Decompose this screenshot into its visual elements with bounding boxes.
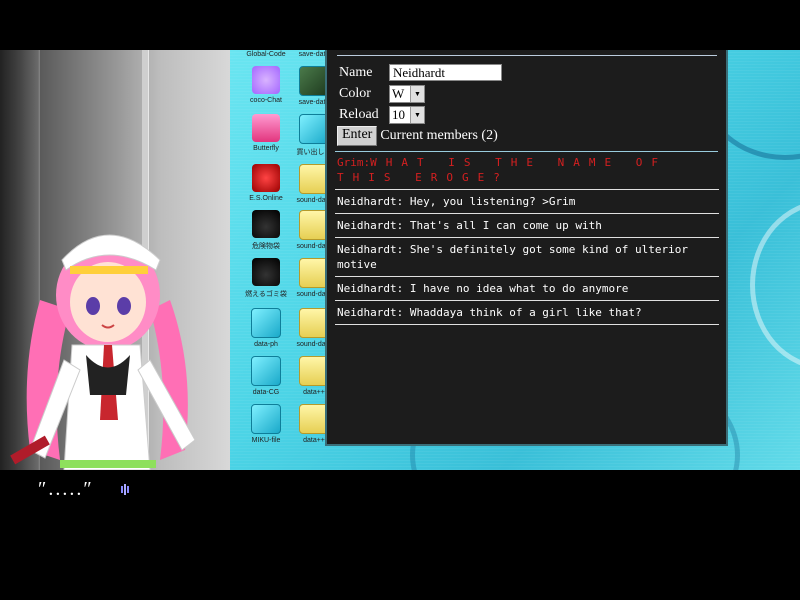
message-author: Neidhardt: (337, 282, 404, 295)
es-online-icon (252, 164, 280, 192)
chat-message: Neidhardt: Whaddaya think of a girl like… (335, 301, 719, 325)
message-text: Hey, you listening? >Grim (409, 195, 576, 208)
color-label: Color (339, 85, 371, 101)
message-text: That's all I can come up with (409, 219, 602, 232)
character-sprite (10, 234, 196, 470)
chat-message: Neidhardt: I have no idea what to do any… (335, 277, 719, 301)
message-text: I have no idea what to do anymore (409, 282, 629, 295)
reload-label: Reload (339, 106, 379, 122)
dropdown-arrow-icon[interactable]: ▼ (410, 106, 424, 123)
reload-select[interactable]: 10 ▼ (389, 105, 425, 124)
members-count: Current members (2) (380, 127, 498, 143)
text-wait-icon (121, 484, 129, 495)
data-cube-icon (251, 308, 281, 338)
dialogue-text: ″.....″ (38, 478, 94, 500)
burnable-trash-icon (252, 258, 280, 286)
divider (335, 151, 718, 152)
top-letterbox (0, 0, 800, 50)
chat-message: Grim:WHAT IS THE NAME OF THIS EROGE? (335, 154, 719, 190)
coco-chat-icon (252, 66, 280, 94)
message-author: Neidhardt: (337, 306, 404, 319)
divider (337, 55, 717, 56)
dropdown-arrow-icon[interactable]: ▼ (410, 85, 424, 102)
message-author: Grim: (337, 156, 371, 169)
dialogue-box[interactable] (0, 470, 800, 600)
hazard-bag-icon (252, 210, 280, 238)
wallpaper-swoosh (750, 200, 800, 370)
butterfly-icon (252, 114, 280, 142)
message-author: Neidhardt: (337, 195, 404, 208)
data-cube-icon (251, 404, 281, 434)
enter-button[interactable]: Enter (337, 125, 378, 146)
reload-select-value: 10 (392, 106, 405, 122)
chat-message: Neidhardt: She's definitely got some kin… (335, 238, 719, 277)
chat-window: Name Neidhardt Color W ▼ Reload 10 ▼ Ent… (325, 50, 728, 446)
message-author: Neidhardt: (337, 219, 404, 232)
data-cube-icon (251, 356, 281, 386)
message-author: Neidhardt: (337, 243, 404, 256)
chat-message: Neidhardt: Hey, you listening? >Grim (335, 190, 719, 214)
color-select-value: W (392, 85, 405, 101)
chat-message: Neidhardt: That's all I can come up with (335, 214, 719, 238)
name-input[interactable]: Neidhardt (389, 64, 502, 81)
message-text: Whaddaya think of a girl like that? (409, 306, 642, 319)
message-list: Grim:WHAT IS THE NAME OF THIS EROGE? Nei… (335, 154, 719, 325)
name-label: Name (339, 64, 373, 80)
chat-form: Name Neidhardt Color W ▼ Reload 10 ▼ Ent… (337, 62, 502, 146)
color-select[interactable]: W ▼ (389, 84, 425, 103)
message-text: WHAT IS THE NAME OF THIS EROGE? (337, 156, 667, 184)
